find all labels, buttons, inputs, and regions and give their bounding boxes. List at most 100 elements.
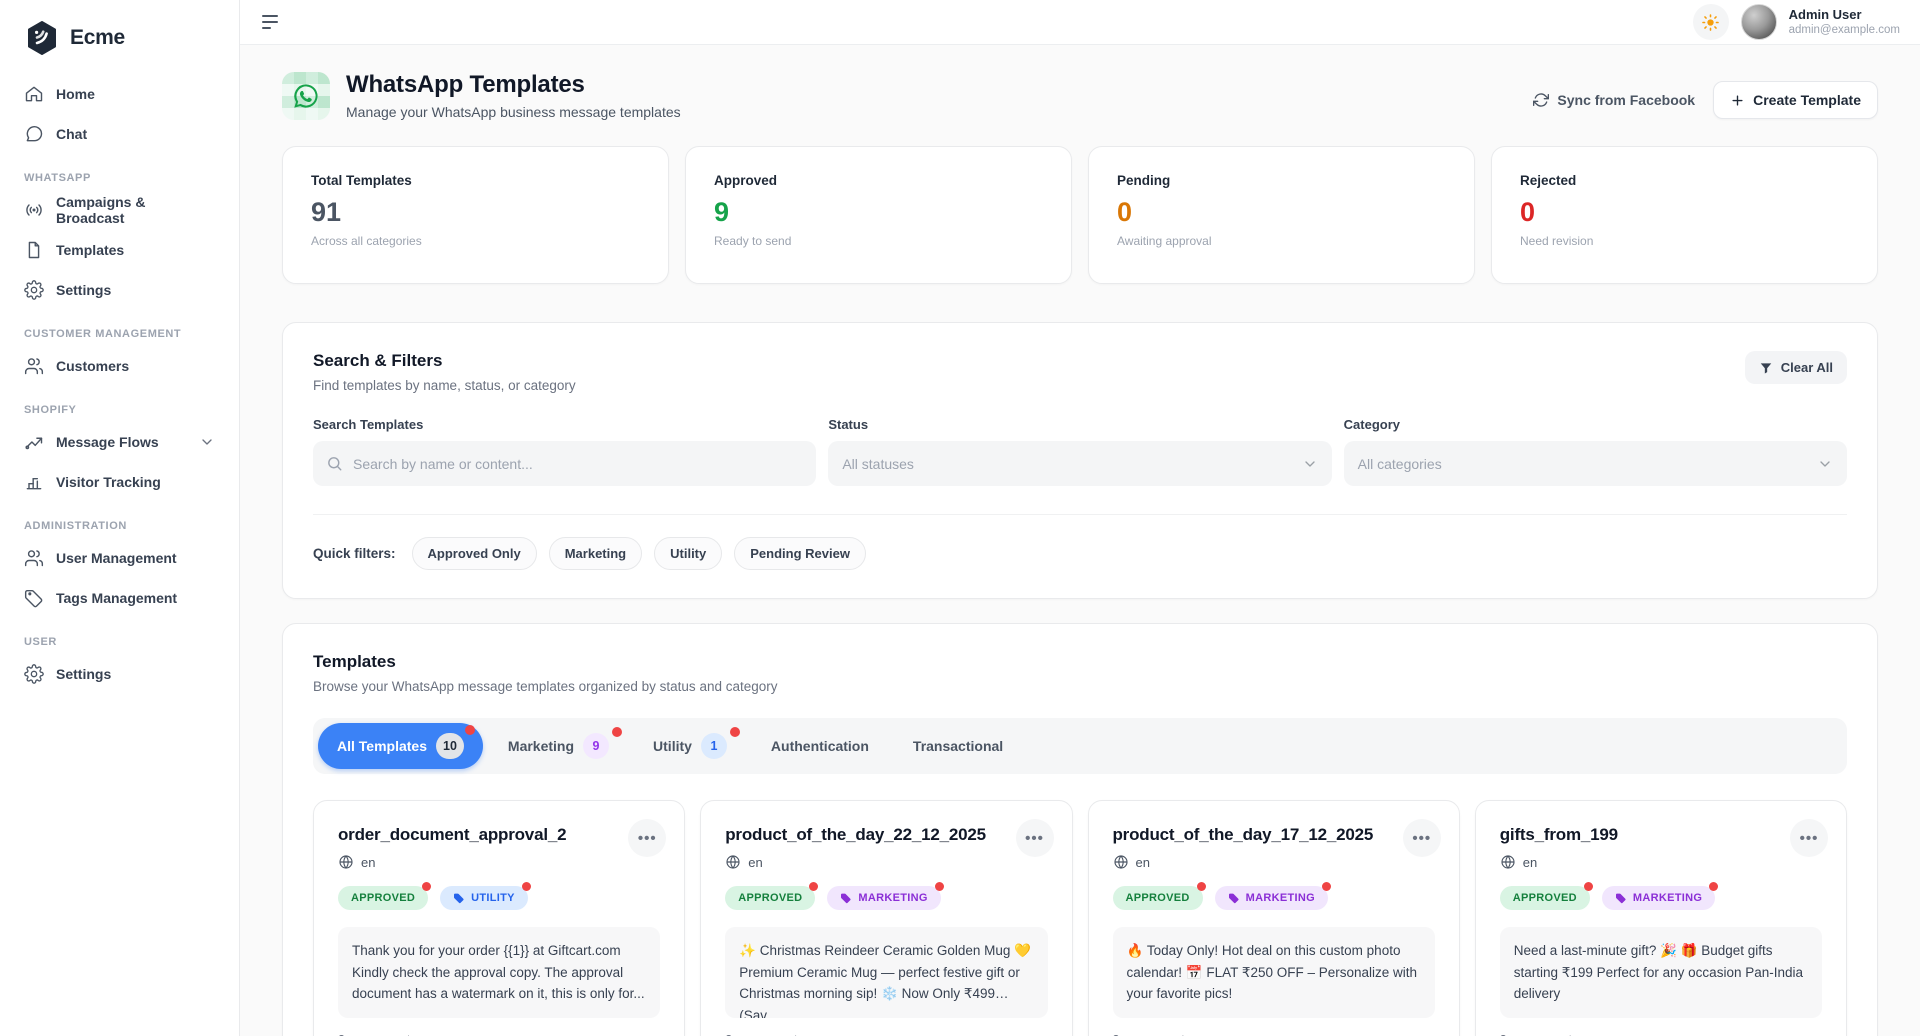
chevron-down-icon <box>1302 456 1318 472</box>
tab-count-badge: 9 <box>583 733 609 759</box>
users-icon <box>24 548 44 568</box>
stat-value: 0 <box>1520 197 1849 228</box>
template-body-preview: Thank you for your order {{1}} at Giftca… <box>338 927 660 1018</box>
template-tabs: All Templates 10 Marketing 9 Utility 1 A… <box>313 718 1847 774</box>
clear-all-button[interactable]: Clear All <box>1745 351 1847 384</box>
tab-all-templates[interactable]: All Templates 10 <box>318 723 483 769</box>
sidebar-item-campaigns-broadcast[interactable]: Campaigns & Broadcast <box>0 190 239 230</box>
quick-filter-utility[interactable]: Utility <box>654 537 722 570</box>
category-badge: MARKETING <box>827 886 940 910</box>
refresh-icon <box>1533 92 1549 108</box>
quick-filter-approved-only[interactable]: Approved Only <box>412 537 537 570</box>
chevron-down-icon[interactable] <box>199 434 215 450</box>
sidebar: Ecme Home Chat WHATSAPP Campaigns & Broa… <box>0 0 240 1036</box>
template-name: product_of_the_day_22_12_2025 <box>725 825 1047 845</box>
stat-caption: Ready to send <box>714 234 1043 248</box>
sidebar-item-customers[interactable]: Customers <box>0 346 239 386</box>
template-card: gifts_from_199 ••• en APPROVED MARKETING… <box>1475 800 1847 1036</box>
broadcast-icon <box>24 200 44 220</box>
avatar[interactable] <box>1741 4 1777 40</box>
more-options-button[interactable]: ••• <box>1790 819 1828 857</box>
gear-icon <box>24 280 44 300</box>
bar-chart-icon <box>24 472 44 492</box>
notification-dot <box>1197 882 1206 891</box>
sidebar-item-home[interactable]: Home <box>0 74 239 114</box>
status-badge: APPROVED <box>725 886 815 910</box>
notification-dot <box>465 725 475 735</box>
sidebar-item-label: Templates <box>56 242 124 258</box>
globe-icon <box>1113 854 1129 870</box>
tab-utility[interactable]: Utility 1 <box>634 723 746 769</box>
sidebar-item-tags-management[interactable]: Tags Management <box>0 578 239 618</box>
category-select[interactable]: All categories <box>1344 441 1847 486</box>
more-options-button[interactable]: ••• <box>1016 819 1054 857</box>
filters-title: Search & Filters <box>313 351 576 371</box>
quick-filters-label: Quick filters: <box>313 546 396 561</box>
stat-caption: Awaiting approval <box>1117 234 1446 248</box>
file-icon <box>24 240 44 260</box>
sync-from-facebook-button[interactable]: Sync from Facebook <box>1533 92 1695 108</box>
stat-card-rejected: Rejected 0 Need revision <box>1491 146 1878 284</box>
sidebar-section-whatsapp: WHATSAPP <box>0 154 239 190</box>
stat-label: Pending <box>1117 173 1446 188</box>
stat-value: 0 <box>1117 197 1446 228</box>
brand[interactable]: Ecme <box>0 16 239 74</box>
notification-dot <box>1322 882 1331 891</box>
stat-card-pending: Pending 0 Awaiting approval <box>1088 146 1475 284</box>
globe-icon <box>725 854 741 870</box>
topbar: Admin User admin@example.com <box>240 0 1920 45</box>
sidebar-item-whatsapp-settings[interactable]: Settings <box>0 270 239 310</box>
quick-filter-marketing[interactable]: Marketing <box>549 537 642 570</box>
template-body-preview: 🔥 Today Only! Hot deal on this custom ph… <box>1113 927 1435 1018</box>
category-badge: MARKETING <box>1215 886 1328 910</box>
plus-icon <box>1730 93 1745 108</box>
search-input[interactable] <box>313 441 816 486</box>
notification-dot <box>935 882 944 891</box>
tag-icon <box>24 588 44 608</box>
sidebar-section-administration: ADMINISTRATION <box>0 502 239 538</box>
sidebar-section-user: USER <box>0 618 239 654</box>
stat-label: Rejected <box>1520 173 1849 188</box>
sidebar-item-label: Campaigns & Broadcast <box>56 194 215 226</box>
template-card: product_of_the_day_22_12_2025 ••• en APP… <box>700 800 1072 1036</box>
sidebar-section-shopify: SHOPIFY <box>0 386 239 422</box>
sidebar-item-message-flows[interactable]: Message Flows <box>0 422 239 462</box>
template-card: order_document_approval_2 ••• en APPROVE… <box>313 800 685 1036</box>
globe-icon <box>1500 854 1516 870</box>
notification-dot <box>1584 882 1593 891</box>
sun-icon <box>1701 13 1720 32</box>
tab-authentication[interactable]: Authentication <box>752 728 888 764</box>
more-options-button[interactable]: ••• <box>1403 819 1441 857</box>
user-meta[interactable]: Admin User admin@example.com <box>1789 7 1900 38</box>
sidebar-item-visitor-tracking[interactable]: Visitor Tracking <box>0 462 239 502</box>
stat-value: 91 <box>311 197 640 228</box>
sidebar-item-chat[interactable]: Chat <box>0 114 239 154</box>
tab-count-badge: 1 <box>701 733 727 759</box>
sidebar-toggle-button[interactable] <box>262 5 296 39</box>
stats-grid: Total Templates 91 Across all categories… <box>282 146 1878 284</box>
sidebar-item-label: Home <box>56 86 95 102</box>
status-select[interactable]: All statuses <box>828 441 1331 486</box>
whatsapp-tile <box>282 72 330 120</box>
notification-dot <box>730 727 740 737</box>
chat-icon <box>24 124 44 144</box>
status-label: Status <box>828 417 1331 432</box>
tab-transactional[interactable]: Transactional <box>894 728 1022 764</box>
more-options-button[interactable]: ••• <box>628 819 666 857</box>
stat-label: Total Templates <box>311 173 640 188</box>
sidebar-item-templates[interactable]: Templates <box>0 230 239 270</box>
quick-filter-pending-review[interactable]: Pending Review <box>734 537 866 570</box>
flow-icon <box>24 432 44 452</box>
stat-card-approved: Approved 9 Ready to send <box>685 146 1072 284</box>
create-template-button[interactable]: Create Template <box>1713 81 1878 119</box>
user-name: Admin User <box>1789 7 1900 23</box>
sidebar-item-user-management[interactable]: User Management <box>0 538 239 578</box>
user-email: admin@example.com <box>1789 23 1900 37</box>
status-badge: APPROVED <box>1113 886 1203 910</box>
theme-toggle-button[interactable] <box>1693 4 1729 40</box>
sidebar-item-user-settings[interactable]: Settings <box>0 654 239 694</box>
category-badge: UTILITY <box>440 886 528 910</box>
gear-icon <box>24 664 44 684</box>
tab-marketing[interactable]: Marketing 9 <box>489 723 628 769</box>
template-card: product_of_the_day_17_12_2025 ••• en APP… <box>1088 800 1460 1036</box>
